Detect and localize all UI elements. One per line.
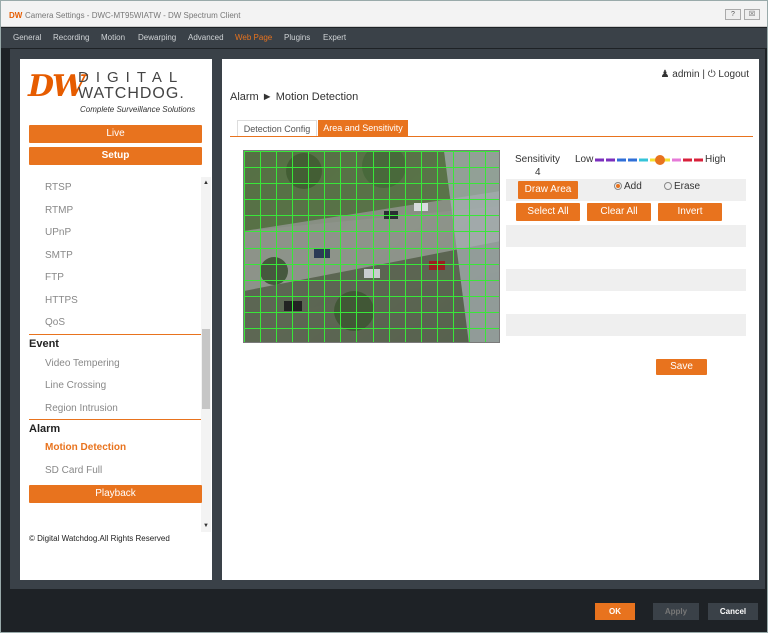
brand-logo: DW DIGITAL WATCHDOG. Complete Surveillan… [28, 67, 204, 115]
nav-item-video-tempering[interactable]: Video Tempering [45, 358, 120, 369]
sensitivity-slider[interactable] [594, 154, 704, 166]
breadcrumb: Alarm ► Motion Detection [230, 91, 359, 103]
playback-button[interactable]: Playback [29, 485, 202, 503]
add-radio[interactable]: Add [614, 181, 642, 192]
logout-icon[interactable]: ⏻ [708, 69, 716, 80]
erase-radio-label: Erase [674, 181, 701, 192]
camera-preview[interactable] [243, 150, 500, 343]
sensitivity-high-label: High [705, 154, 726, 165]
nav-item-line-crossing[interactable]: Line Crossing [45, 380, 106, 391]
web-sidebar: DW DIGITAL WATCHDOG. Complete Surveillan… [20, 59, 212, 580]
nav-item-rtsp[interactable]: RTSP [45, 182, 72, 193]
empty-row [506, 269, 746, 291]
nav-item-https[interactable]: HTTPS [45, 295, 78, 306]
apply-button[interactable]: Apply [653, 603, 699, 620]
user-icon: ♟ [660, 69, 670, 80]
setup-button[interactable]: Setup [29, 147, 202, 165]
tab-area-sensitivity[interactable]: Area and Sensitivity [318, 120, 408, 136]
nav-item-qos[interactable]: QoS [45, 317, 65, 328]
help-button[interactable]: ? [725, 9, 741, 20]
slider-segment[interactable] [639, 158, 648, 162]
brand-line1: DIGITAL [78, 69, 185, 86]
user-name: admin [672, 69, 700, 80]
slider-segment[interactable] [617, 158, 626, 162]
nav-item-ftp[interactable]: FTP [45, 272, 64, 283]
brand-line2: WATCHDOG. [78, 85, 185, 102]
tab-underline [230, 136, 753, 137]
menu-advanced[interactable]: Advanced [188, 33, 224, 42]
tab-detection-config[interactable]: Detection Config [237, 120, 317, 136]
scroll-down-icon[interactable]: ▼ [203, 523, 209, 529]
live-button[interactable]: Live [29, 125, 202, 143]
nav-item-smtp[interactable]: SMTP [45, 250, 73, 261]
cancel-button[interactable]: Cancel [708, 603, 758, 620]
app-logo: DW [9, 11, 23, 20]
setup-nav-list: RTSP RTMP UPnP SMTP FTP HTTPS QoS Event … [29, 177, 211, 532]
menu-web-page[interactable]: Web Page [235, 33, 272, 42]
sensitivity-value: 4 [535, 167, 541, 178]
slider-segment[interactable] [683, 158, 692, 162]
add-radio-icon[interactable] [614, 182, 622, 190]
empty-row [506, 225, 746, 247]
slider-segment[interactable] [628, 158, 637, 162]
header-separator: | [702, 69, 705, 80]
nav-item-region-intrusion[interactable]: Region Intrusion [45, 403, 118, 414]
preview-image [244, 151, 499, 342]
save-button[interactable]: Save [656, 359, 707, 375]
logout-link[interactable]: Logout [718, 69, 749, 80]
invert-button[interactable]: Invert [658, 203, 722, 221]
brand-mark: DW [28, 69, 86, 104]
slider-segment[interactable] [595, 158, 604, 162]
nav-item-upnp[interactable]: UPnP [45, 227, 71, 238]
menu-motion[interactable]: Motion [101, 33, 125, 42]
ok-button[interactable]: OK [595, 603, 635, 620]
draw-area-button[interactable]: Draw Area [518, 181, 578, 199]
menu-plugins[interactable]: Plugins [284, 33, 310, 42]
menu-recording[interactable]: Recording [53, 33, 89, 42]
nav-item-sd-card-full[interactable]: SD Card Full [45, 465, 102, 476]
menu-dewarping[interactable]: Dewarping [138, 33, 176, 42]
user-area: ♟ admin | ⏻ Logout [661, 69, 749, 80]
copyright-text: © Digital Watchdog.All Rights Reserved [29, 534, 170, 543]
menu-expert[interactable]: Expert [323, 33, 346, 42]
scroll-up-icon[interactable]: ▲ [203, 180, 209, 186]
nav-divider [29, 419, 202, 420]
slider-segment[interactable] [672, 158, 681, 162]
title-bar: DW Camera Settings - DWC-MT95WIATW - DW … [1, 1, 767, 27]
camera-settings-window: DW Camera Settings - DWC-MT95WIATW - DW … [0, 0, 768, 633]
sensitivity-label: Sensitivity [515, 154, 561, 165]
erase-radio-icon[interactable] [664, 182, 672, 190]
empty-row [506, 314, 746, 336]
clear-all-button[interactable]: Clear All [587, 203, 651, 221]
sensitivity-low-label: Low [575, 154, 594, 165]
nav-item-rtmp[interactable]: RTMP [45, 205, 73, 216]
main-panel: ♟ admin | ⏻ Logout Alarm ► Motion Detect… [222, 59, 759, 580]
add-radio-label: Add [624, 181, 642, 192]
slider-segment[interactable] [606, 158, 615, 162]
scroll-thumb[interactable] [202, 329, 210, 409]
nav-head-alarm[interactable]: Alarm [29, 423, 60, 435]
nav-scrollbar[interactable]: ▲ ▼ [201, 177, 211, 532]
slider-thumb[interactable] [655, 155, 665, 165]
close-button[interactable]: ☒ [744, 9, 760, 20]
brand-tagline: Complete Surveillance Solutions [80, 105, 196, 114]
nav-divider [29, 334, 202, 335]
settings-menu-bar: General Recording Motion Dewarping Advan… [1, 28, 767, 48]
menu-general[interactable]: General [13, 33, 41, 42]
slider-segment[interactable] [694, 158, 703, 162]
nav-head-event[interactable]: Event [29, 338, 59, 350]
nav-item-motion-detection[interactable]: Motion Detection [45, 442, 126, 453]
erase-radio[interactable]: Erase [664, 181, 700, 192]
select-all-button[interactable]: Select All [516, 203, 580, 221]
window-title: Camera Settings - DWC-MT95WIATW - DW Spe… [25, 11, 241, 20]
